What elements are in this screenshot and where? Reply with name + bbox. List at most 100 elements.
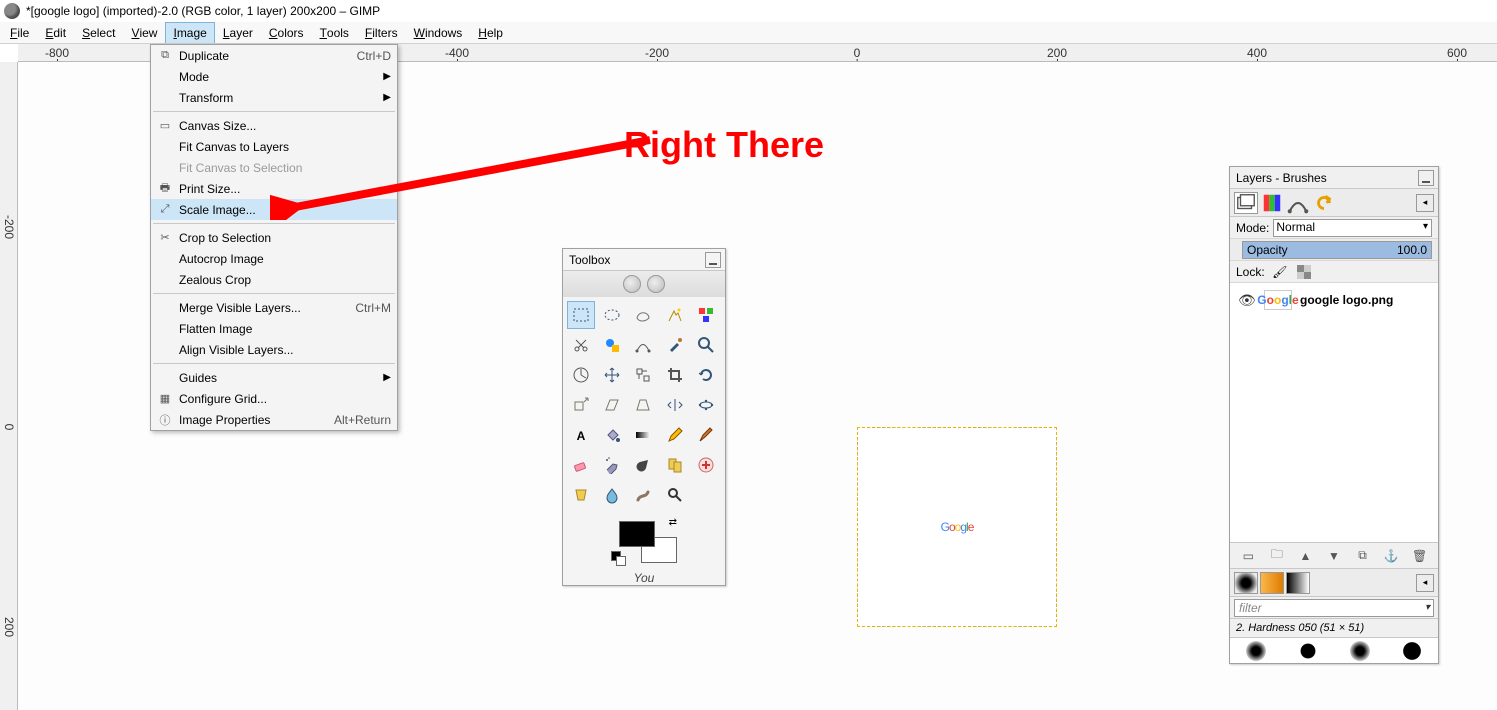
tool-scissors[interactable]: [567, 331, 595, 359]
brush-preview[interactable]: [1298, 641, 1318, 661]
visibility-eye-icon[interactable]: 👁: [1238, 292, 1256, 309]
layer-row[interactable]: 👁 Google google logo.png: [1230, 283, 1438, 317]
tool-heal[interactable]: [692, 451, 720, 479]
tool-perspective-clone[interactable]: [567, 481, 595, 509]
menu-windows[interactable]: Windows: [406, 22, 471, 43]
tool-free-select[interactable]: [629, 301, 657, 329]
brushes-tab-icon[interactable]: [1234, 572, 1258, 594]
menu-colors[interactable]: Colors: [261, 22, 312, 43]
menu-help[interactable]: Help: [470, 22, 511, 43]
opacity-slider[interactable]: Opacity 100.0: [1242, 241, 1432, 259]
minimize-icon[interactable]: [705, 252, 721, 268]
menu-item-crop-to-selection[interactable]: ✂Crop to Selection: [151, 227, 397, 248]
menu-view[interactable]: View: [123, 22, 165, 43]
menu-item-zealous-crop[interactable]: Zealous Crop: [151, 269, 397, 290]
menu-edit[interactable]: Edit: [37, 22, 74, 43]
tool-ellipse-select[interactable]: [598, 301, 626, 329]
tool-flip[interactable]: [661, 391, 689, 419]
tool-align[interactable]: [629, 361, 657, 389]
tool-pencil[interactable]: [661, 421, 689, 449]
menu-select[interactable]: Select: [74, 22, 123, 43]
menu-item-mode[interactable]: Mode▶: [151, 66, 397, 87]
menu-item-fit-canvas-to-layers[interactable]: Fit Canvas to Layers: [151, 136, 397, 157]
menu-layer[interactable]: Layer: [215, 22, 261, 43]
vertical-ruler[interactable]: -2000200400600: [0, 62, 18, 710]
brush-filter-input[interactable]: filter: [1234, 599, 1434, 617]
toolbox-title-bar[interactable]: Toolbox: [563, 249, 725, 271]
tool-bucket[interactable]: [598, 421, 626, 449]
mode-select[interactable]: Normal: [1273, 219, 1432, 237]
tool-ink[interactable]: [629, 451, 657, 479]
swap-colors-icon[interactable]: ⇄: [669, 517, 677, 528]
lower-layer-icon[interactable]: ▼: [1324, 546, 1344, 566]
menu-tools[interactable]: Tools: [312, 22, 357, 43]
toolbox-panel[interactable]: Toolbox A ⇄ You: [562, 248, 726, 586]
menu-item-image-properties[interactable]: ⓘImage PropertiesAlt+Return: [151, 409, 397, 430]
fg-bg-swatch[interactable]: ⇄: [609, 517, 679, 565]
tool-clone[interactable]: [661, 451, 689, 479]
menu-item-transform[interactable]: Transform▶: [151, 87, 397, 108]
menu-item-configure-grid[interactable]: ▦Configure Grid...: [151, 388, 397, 409]
layer-list[interactable]: 👁 Google google logo.png: [1230, 283, 1438, 543]
tool-paths[interactable]: [629, 331, 657, 359]
fg-color[interactable]: [619, 521, 655, 547]
tool-fuzzy-select[interactable]: [661, 301, 689, 329]
tool-rotate[interactable]: [692, 361, 720, 389]
lock-pixels-icon[interactable]: 🖌: [1271, 263, 1289, 281]
menu-item-canvas-size[interactable]: ▭Canvas Size...: [151, 115, 397, 136]
layers-brushes-dock[interactable]: Layers - Brushes ◂ Mode: Normal Opacity …: [1229, 166, 1439, 664]
new-layer-icon[interactable]: ▭: [1238, 546, 1258, 566]
tool-perspective[interactable]: [629, 391, 657, 419]
dock-title-bar[interactable]: Layers - Brushes: [1230, 167, 1438, 189]
tool-rect-select[interactable]: [567, 301, 595, 329]
tool-smudge[interactable]: [629, 481, 657, 509]
anchor-layer-icon[interactable]: ⚓: [1381, 546, 1401, 566]
menu-image[interactable]: Image: [165, 22, 214, 43]
tool-shear[interactable]: [598, 391, 626, 419]
tool-zoom[interactable]: [692, 331, 720, 359]
tool-airbrush[interactable]: [598, 451, 626, 479]
layer-group-icon[interactable]: 🗀: [1267, 546, 1287, 566]
tab-menu-icon[interactable]: ◂: [1416, 194, 1434, 212]
patterns-tab-icon[interactable]: [1260, 572, 1284, 594]
brush-preview[interactable]: [1350, 641, 1370, 661]
default-colors-icon[interactable]: [611, 551, 625, 565]
menu-item-print-size[interactable]: 🖶Print Size...: [151, 178, 397, 199]
minimize-icon[interactable]: [1418, 170, 1434, 186]
brush-preview[interactable]: [1246, 641, 1266, 661]
raise-layer-icon[interactable]: ▲: [1295, 546, 1315, 566]
menu-item-merge-visible-layers[interactable]: Merge Visible Layers...Ctrl+M: [151, 297, 397, 318]
paths-tab-icon[interactable]: [1286, 192, 1310, 214]
canvas-image[interactable]: Google: [857, 427, 1057, 627]
menu-item-duplicate[interactable]: ⧉DuplicateCtrl+D: [151, 45, 397, 66]
tool-color-select[interactable]: [692, 301, 720, 329]
tool-foreground[interactable]: [598, 331, 626, 359]
tool-paintbrush[interactable]: [692, 421, 720, 449]
tool-dodge[interactable]: [661, 481, 689, 509]
menu-file[interactable]: File: [2, 22, 37, 43]
layer-thumbnail[interactable]: Google: [1264, 290, 1292, 310]
tab-menu-icon[interactable]: ◂: [1416, 574, 1434, 592]
lock-alpha-icon[interactable]: [1295, 263, 1313, 281]
tool-color-picker[interactable]: [661, 331, 689, 359]
channels-tab-icon[interactable]: [1260, 192, 1284, 214]
tool-blend[interactable]: [629, 421, 657, 449]
tool-measure[interactable]: [567, 361, 595, 389]
undo-tab-icon[interactable]: [1312, 192, 1336, 214]
menu-item-guides[interactable]: Guides▶: [151, 367, 397, 388]
menu-filters[interactable]: Filters: [357, 22, 406, 43]
menu-item-scale-image[interactable]: ⤢Scale Image...: [151, 199, 397, 220]
tool-blur[interactable]: [598, 481, 626, 509]
delete-layer-icon[interactable]: 🗑: [1410, 546, 1430, 566]
menu-item-flatten-image[interactable]: Flatten Image: [151, 318, 397, 339]
duplicate-layer-icon[interactable]: ⧉: [1353, 546, 1373, 566]
tool-eraser[interactable]: [567, 451, 595, 479]
menu-item-autocrop-image[interactable]: Autocrop Image: [151, 248, 397, 269]
menu-item-align-visible-layers[interactable]: Align Visible Layers...: [151, 339, 397, 360]
tool-move[interactable]: [598, 361, 626, 389]
tool-crop[interactable]: [661, 361, 689, 389]
brush-preview[interactable]: [1402, 641, 1422, 661]
layers-tab-icon[interactable]: [1234, 192, 1258, 214]
tool-text[interactable]: A: [567, 421, 595, 449]
gradients-tab-icon[interactable]: [1286, 572, 1310, 594]
